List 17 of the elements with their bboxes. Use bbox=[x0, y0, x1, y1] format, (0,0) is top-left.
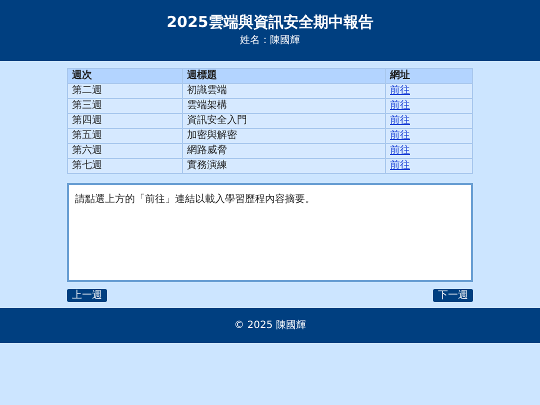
column-header: 週標題 bbox=[182, 68, 386, 84]
go-link[interactable]: 前往 bbox=[390, 85, 410, 96]
go-link[interactable]: 前往 bbox=[390, 145, 410, 156]
column-header: 週次 bbox=[68, 68, 182, 84]
column-header: 網址 bbox=[386, 68, 472, 84]
table-cell: 實務演練 bbox=[182, 158, 386, 174]
table-cell: 第七週 bbox=[68, 158, 182, 174]
next-week-button[interactable]: 下一週 bbox=[433, 289, 473, 302]
author-name: 姓名：陳國輝 bbox=[240, 36, 300, 46]
go-link[interactable]: 前往 bbox=[390, 160, 410, 171]
go-link[interactable]: 前往 bbox=[390, 100, 410, 111]
instruction-text: 請點選上方的「前往」連結以載入學習歷程內容摘要。 bbox=[75, 195, 316, 205]
previous-week-button[interactable]: 上一週 bbox=[67, 289, 107, 302]
report-title: 2025雲端與資訊安全期中報告 bbox=[166, 15, 374, 30]
go-link[interactable]: 前往 bbox=[390, 130, 410, 141]
copyright-text: © 2025 陳國輝 bbox=[234, 320, 306, 330]
go-link[interactable]: 前往 bbox=[390, 115, 410, 126]
